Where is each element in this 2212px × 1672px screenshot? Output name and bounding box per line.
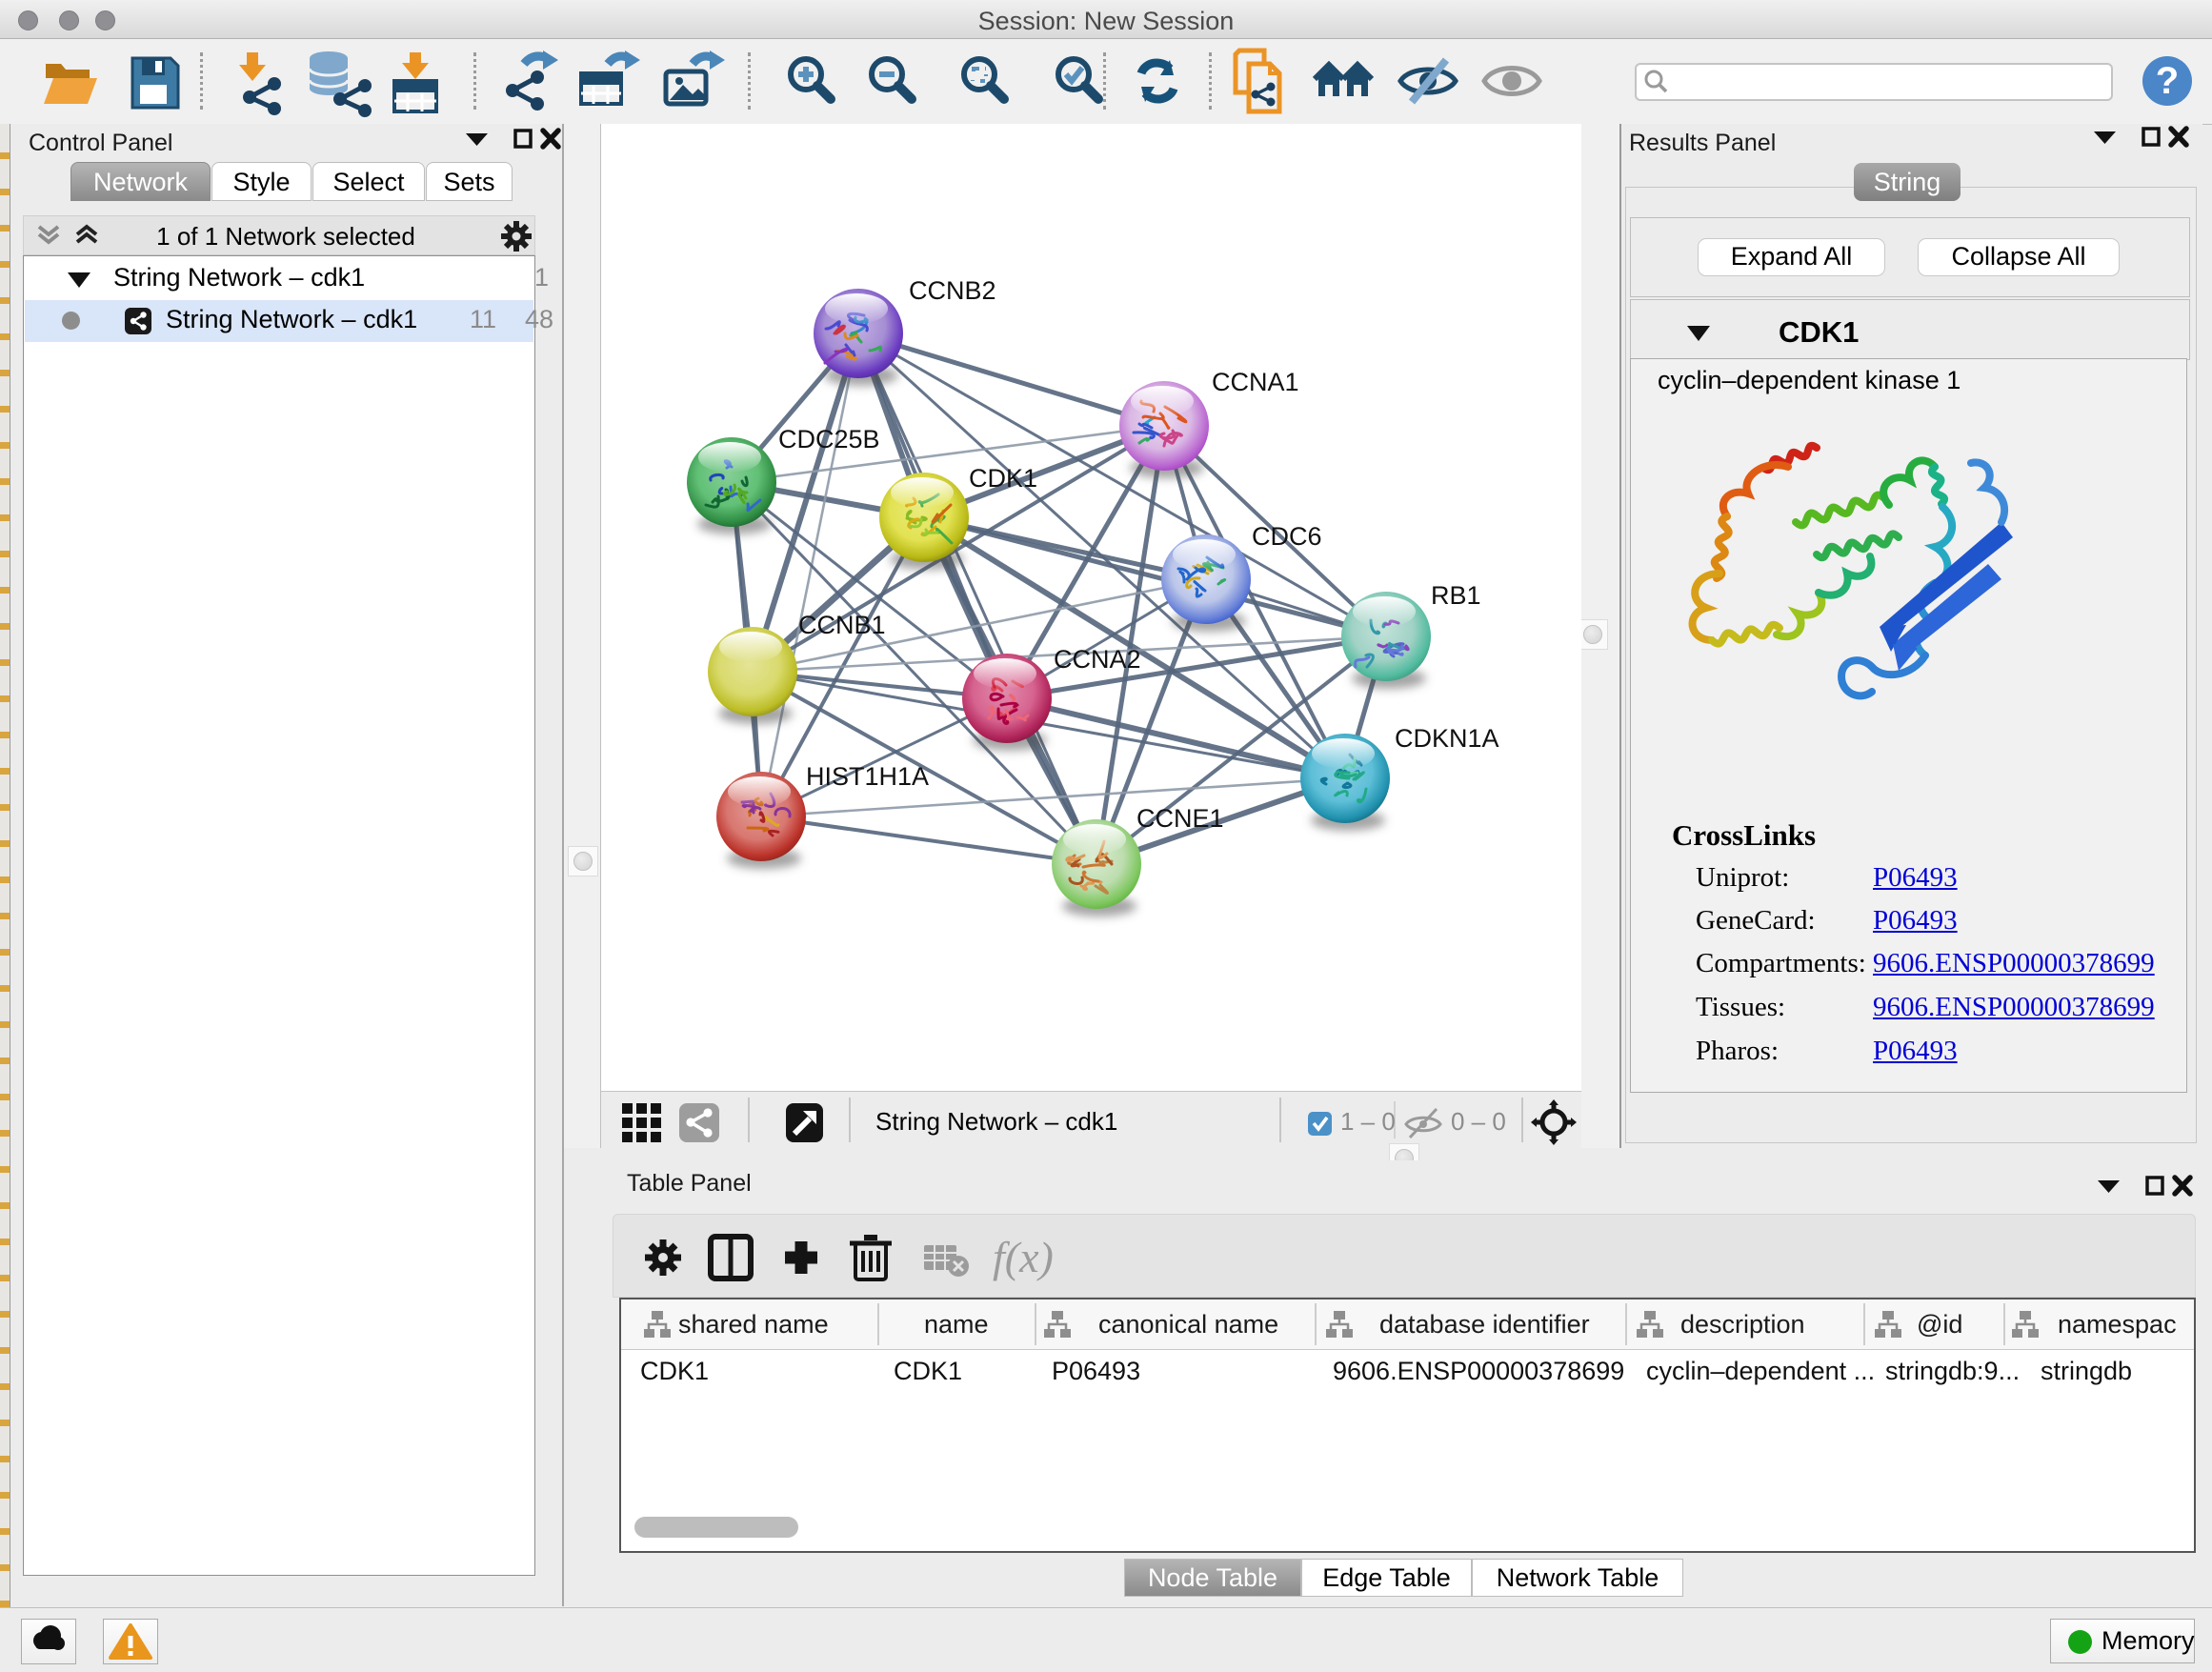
svg-text:CDKN1A: CDKN1A [1395, 724, 1499, 753]
svg-text:RB1: RB1 [1431, 581, 1481, 610]
svg-text:CDK1: CDK1 [969, 464, 1037, 493]
svg-text:HIST1H1A: HIST1H1A [806, 762, 929, 791]
svg-text:CDC6: CDC6 [1252, 522, 1322, 551]
svg-text:CCNB2: CCNB2 [909, 276, 996, 305]
svg-text:CCNB1: CCNB1 [798, 611, 886, 639]
svg-text:CCNA1: CCNA1 [1212, 368, 1299, 396]
svg-text:CCNE1: CCNE1 [1136, 804, 1224, 833]
svg-text:CCNA2: CCNA2 [1054, 645, 1141, 674]
svg-text:?: ? [2156, 60, 2179, 102]
svg-text:CDC25B: CDC25B [778, 425, 880, 453]
svg-text:f(x): f(x) [993, 1233, 1054, 1281]
